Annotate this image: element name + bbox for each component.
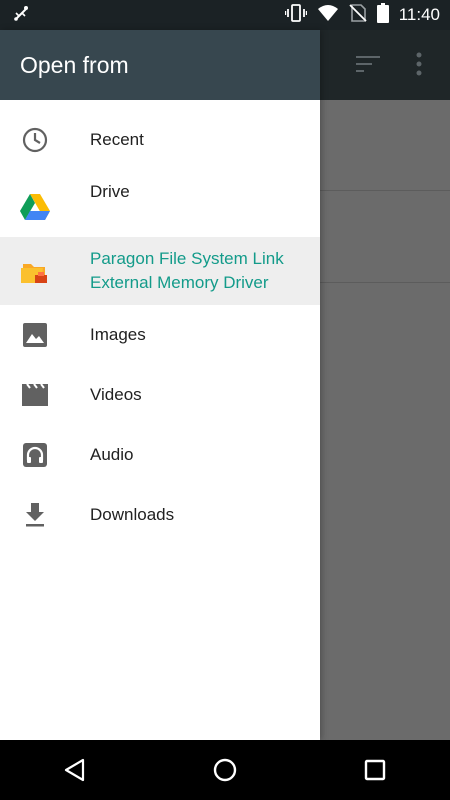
drawer-item-label: Drive (90, 182, 130, 201)
drawer-item-videos[interactable]: Videos (0, 365, 320, 425)
drawer-item-label: Recent (90, 130, 144, 149)
status-bar: 11:40 (0, 0, 450, 30)
wifi-icon (317, 4, 339, 27)
drawer-item-audio[interactable]: Audio (0, 425, 320, 485)
divider (320, 282, 450, 283)
headphones-icon (20, 440, 50, 470)
home-icon[interactable] (205, 750, 245, 790)
drawer-item-label: Audio (90, 445, 134, 464)
drawer-title: Open from (20, 51, 129, 78)
drawer-item-drive[interactable]: Drive (0, 170, 320, 230)
usb-debug-icon (12, 3, 32, 28)
google-drive-icon (20, 192, 50, 222)
drawer-item-paragon[interactable]: Paragon File System Link External Memory… (0, 237, 320, 305)
drawer-item-label: Videos (90, 385, 142, 404)
clock-icon (20, 125, 50, 155)
background-toolbar (320, 30, 450, 100)
paragon-folder-icon (20, 257, 50, 287)
drawer-item-label-line1: Paragon File System Link (90, 249, 284, 268)
drawer-header: Open from (0, 30, 320, 100)
status-time: 11:40 (398, 5, 440, 24)
image-icon (20, 320, 50, 350)
vibrate-icon (284, 3, 307, 27)
background-content (320, 100, 450, 740)
drawer-item-images[interactable]: Images (0, 305, 320, 365)
drawer-item-downloads[interactable]: Downloads (0, 485, 320, 545)
drawer-item-label: Paragon File System Link External Memory… (90, 247, 284, 295)
roots-drawer: Open from Recent Drive Paragon File Syst… (0, 30, 320, 740)
drawer-item-recent[interactable]: Recent (0, 110, 320, 170)
sort-icon[interactable] (356, 54, 380, 79)
movie-icon (20, 380, 50, 410)
divider (320, 190, 450, 191)
no-sim-icon (349, 3, 367, 27)
download-icon (20, 500, 50, 530)
drawer-item-label-line2: External Memory Driver (90, 273, 269, 292)
drawer-item-label: Downloads (90, 505, 175, 524)
battery-icon (376, 2, 389, 28)
recents-icon[interactable] (355, 750, 395, 790)
more-vert-icon[interactable] (416, 52, 422, 81)
navigation-bar (0, 740, 450, 800)
drawer-item-label: Images (90, 325, 146, 344)
back-icon[interactable] (55, 750, 95, 790)
